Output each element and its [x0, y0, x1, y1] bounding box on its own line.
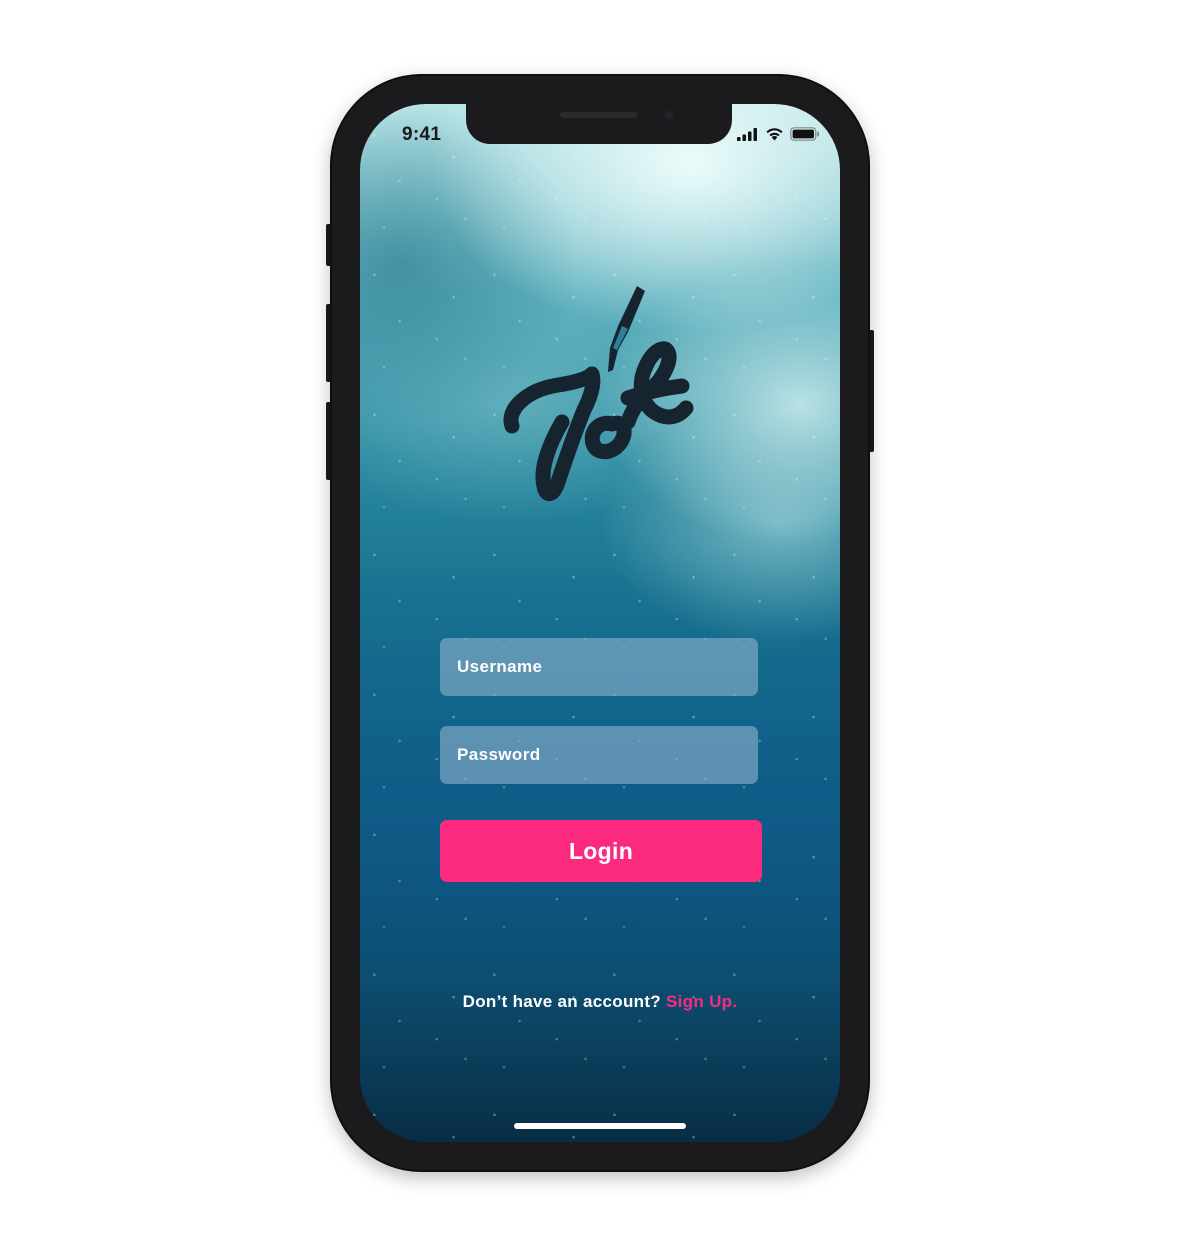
sign-up-link[interactable]: Sign Up. [666, 992, 737, 1011]
signup-prompt-text: Don’t have an account? [462, 992, 661, 1011]
pen-nib-icon [608, 286, 645, 372]
jot-logo [503, 286, 694, 501]
signup-prompt-row: Don’t have an account? Sign Up. [360, 992, 840, 1012]
status-icons [737, 127, 820, 141]
battery-icon [790, 127, 819, 141]
wifi-icon [766, 128, 783, 141]
login-screen: 9:41 Username Login Don’t have an accoun… [360, 104, 840, 1142]
background-texture [360, 104, 840, 1142]
cellular-signal-icon [737, 127, 757, 141]
front-camera [662, 108, 676, 122]
speaker-grille [560, 112, 638, 118]
notch [466, 104, 732, 144]
home-indicator[interactable] [514, 1123, 686, 1129]
username-input[interactable] [440, 638, 758, 696]
login-button[interactable]: Login [440, 820, 762, 882]
password-input[interactable] [440, 726, 758, 784]
status-time: 9:41 [402, 124, 442, 145]
device-mockup: 9:41 Username Login Don’t have an accoun… [0, 0, 1200, 1246]
